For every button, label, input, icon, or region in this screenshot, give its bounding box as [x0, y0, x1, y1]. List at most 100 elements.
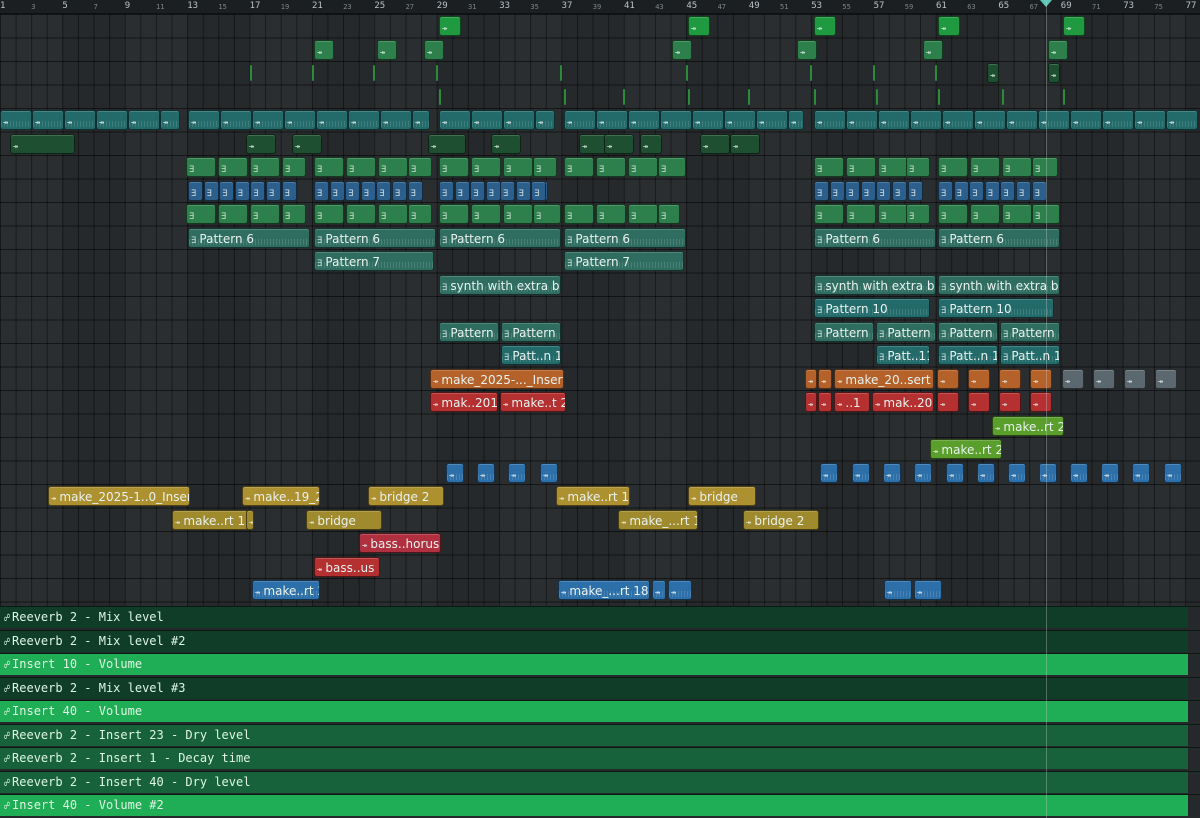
pattern-clip[interactable]: ∃: [439, 204, 469, 224]
pattern-clip[interactable]: ∃: [378, 204, 408, 224]
pattern-clip[interactable]: ∃: [188, 180, 203, 201]
audio-clip[interactable]: ↠mak..201: [872, 392, 934, 412]
audio-clip[interactable]: ↠: [284, 110, 316, 130]
audio-clip[interactable]: ↠: [797, 39, 817, 60]
pattern-clip[interactable]: ∃: [314, 180, 329, 201]
pattern-clip[interactable]: ∃Patt..n 11: [938, 345, 998, 365]
pattern-clip[interactable]: ∃: [938, 204, 968, 224]
audio-clip[interactable]: ↠: [604, 133, 634, 154]
audio-clip[interactable]: ↠: [10, 133, 75, 154]
audio-clip[interactable]: ↠: [1070, 462, 1088, 483]
audio-clip[interactable]: ↠: [660, 110, 692, 130]
audio-clip[interactable]: ↠: [1062, 368, 1084, 389]
audio-clip[interactable]: ↠ bridge: [688, 486, 756, 506]
pattern-clip[interactable]: ∃: [1000, 180, 1016, 201]
automation-clip-marker[interactable]: [560, 65, 562, 81]
pattern-clip[interactable]: ∃: [281, 180, 297, 201]
audio-clip[interactable]: ↠: [814, 16, 836, 36]
audio-clip[interactable]: ↠: [672, 39, 692, 60]
pattern-clip[interactable]: ∃: [1032, 157, 1058, 177]
pattern-clip[interactable]: ∃: [878, 157, 908, 177]
pattern-clip[interactable]: ∃: [503, 157, 533, 177]
audio-clip[interactable]: ↠: [96, 110, 128, 130]
pattern-clip[interactable]: ∃Pattern 9: [814, 321, 874, 342]
audio-clip[interactable]: ↠: [1101, 462, 1119, 483]
audio-clip[interactable]: ↠: [491, 133, 521, 154]
pattern-clip[interactable]: ∃Pattern 9: [876, 321, 936, 342]
audio-clip[interactable]: ↠: [1048, 63, 1060, 83]
audio-clip[interactable]: ↠ make..19_2: [242, 486, 320, 506]
pattern-clip[interactable]: ∃: [346, 204, 376, 224]
audio-clip[interactable]: ↠: [1164, 462, 1182, 483]
automation-lane[interactable]: ☍ Reeverb 2 - Mix level #3: [0, 676, 1200, 699]
audio-clip[interactable]: ↠: [756, 110, 788, 130]
pattern-clip[interactable]: ∃: [471, 157, 501, 177]
automation-clip-marker[interactable]: [935, 65, 937, 81]
audio-clip[interactable]: ↠: [1124, 368, 1146, 389]
audio-clip[interactable]: ↠ make..rt 19: [556, 486, 630, 506]
audio-clip[interactable]: ↠: [977, 462, 995, 483]
audio-clip[interactable]: ↠: [788, 110, 804, 130]
pattern-clip[interactable]: ∃: [250, 204, 280, 224]
pattern-clip[interactable]: ∃: [314, 157, 344, 177]
pattern-clip[interactable]: ∃: [860, 180, 876, 201]
audio-clip[interactable]: ↠: [692, 110, 724, 130]
pattern-clip[interactable]: ∃: [515, 180, 531, 201]
pattern-clip[interactable]: ∃: [408, 157, 432, 177]
pattern-clip[interactable]: ∃: [203, 180, 219, 201]
pattern-clip[interactable]: ∃: [471, 204, 501, 224]
pattern-clip[interactable]: ∃: [596, 157, 626, 177]
pattern-clip[interactable]: ∃: [564, 157, 594, 177]
pattern-clip[interactable]: ∃: [938, 180, 953, 201]
pattern-clip[interactable]: ∃: [439, 157, 469, 177]
audio-clip[interactable]: ↠: [846, 110, 878, 130]
pattern-clip[interactable]: ∃: [658, 157, 686, 177]
pattern-clip[interactable]: ∃: [219, 180, 235, 201]
audio-clip[interactable]: ↠: [1048, 39, 1068, 60]
pattern-clip[interactable]: ∃: [878, 204, 908, 224]
pattern-clip[interactable]: ∃Pattern 6: [938, 227, 1060, 248]
pattern-clip[interactable]: ∃: [282, 157, 306, 177]
audio-clip[interactable]: ↠: [292, 133, 322, 154]
audio-clip[interactable]: ↠: [1070, 110, 1102, 130]
audio-clip[interactable]: ↠: [730, 133, 760, 154]
audio-clip[interactable]: ↠ ..1: [834, 392, 870, 412]
pattern-clip[interactable]: ∃: [186, 204, 216, 224]
automation-clip-marker[interactable]: [686, 65, 688, 81]
audio-clip[interactable]: ↠: [999, 392, 1021, 412]
pattern-clip[interactable]: ∃Patt..n 11: [1000, 345, 1060, 365]
audio-clip[interactable]: ↠ make..rt 19: [172, 509, 248, 530]
automation-clip-marker[interactable]: [623, 88, 625, 105]
pattern-clip[interactable]: ∃: [439, 180, 454, 201]
pattern-clip[interactable]: ∃: [531, 180, 547, 201]
pattern-clip[interactable]: ∃: [500, 180, 515, 201]
pattern-clip[interactable]: ∃: [503, 204, 533, 224]
audio-clip[interactable]: ↠: [428, 133, 466, 154]
pattern-clip[interactable]: ∃: [1002, 204, 1032, 224]
automation-clip-marker[interactable]: [748, 88, 750, 105]
audio-clip[interactable]: ↠ bridge 2: [368, 486, 444, 506]
pattern-clip[interactable]: ∃: [658, 204, 680, 224]
audio-clip[interactable]: ↠: [999, 368, 1021, 389]
pattern-clip[interactable]: ∃synth with extra bass: [814, 274, 936, 295]
audio-clip[interactable]: ↠: [316, 110, 348, 130]
audio-clip[interactable]: ↠: [188, 110, 220, 130]
automation-clip-marker[interactable]: [1002, 88, 1004, 105]
audio-clip[interactable]: ↠mak..201: [430, 392, 498, 412]
pattern-clip[interactable]: ∃Pattern 6: [814, 227, 936, 248]
pattern-clip[interactable]: ∃Pattern 9: [501, 321, 561, 342]
audio-clip[interactable]: ↠: [652, 580, 666, 600]
pattern-clip[interactable]: ∃Pattern 6: [439, 227, 561, 248]
audio-clip[interactable]: ↠: [1166, 110, 1198, 130]
audio-clip[interactable]: ↠ bass..us 1: [314, 556, 380, 577]
pattern-clip[interactable]: ∃: [485, 180, 501, 201]
audio-clip[interactable]: ↠make_2025-..._Insert 20: [430, 368, 564, 389]
audio-clip[interactable]: ↠ bridge 2: [743, 509, 819, 530]
audio-clip[interactable]: ↠make..rt 23: [252, 580, 320, 600]
audio-clip[interactable]: ↠: [923, 39, 943, 60]
pattern-clip[interactable]: ∃: [906, 204, 930, 224]
automation-clip-marker[interactable]: [938, 88, 940, 105]
audio-clip[interactable]: ↠: [220, 110, 252, 130]
pattern-clip[interactable]: ∃: [876, 180, 892, 201]
automation-clip-marker[interactable]: [814, 88, 816, 105]
